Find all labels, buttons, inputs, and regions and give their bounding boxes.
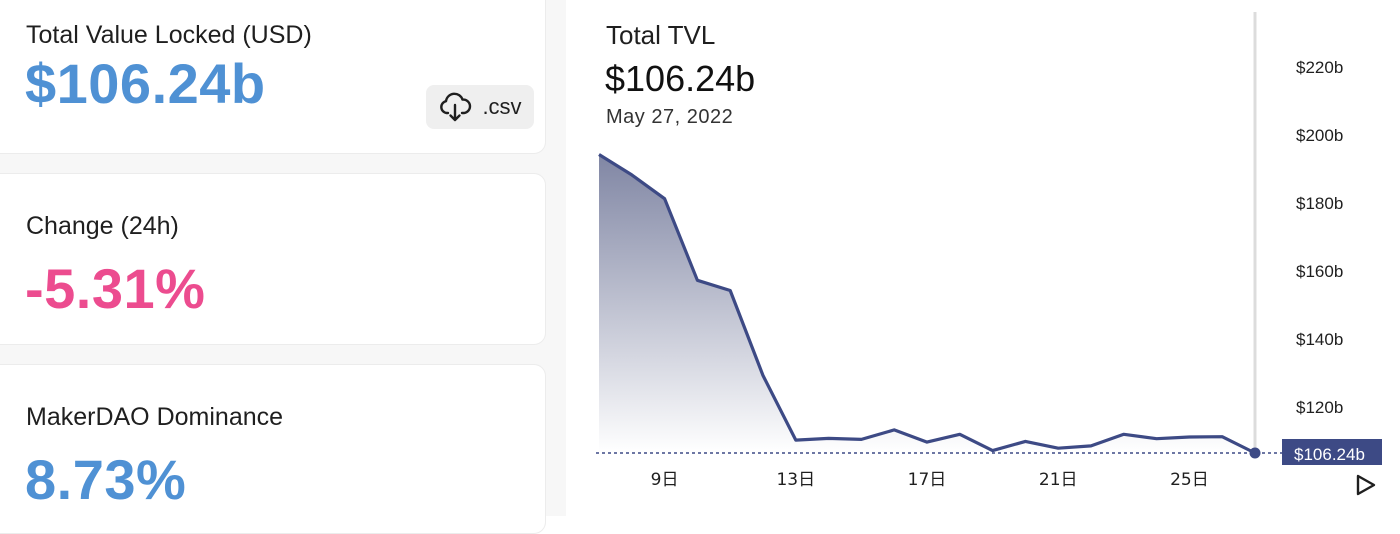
- x-tick-label: 13日: [776, 470, 815, 490]
- y-tick-label: $160b: [1296, 262, 1343, 281]
- dominance-value: 8.73%: [25, 448, 187, 511]
- y-tick-label: $120b: [1296, 398, 1343, 417]
- y-tick-label: $140b: [1296, 330, 1343, 349]
- current-point-marker: [1249, 447, 1261, 459]
- download-csv-label: .csv: [482, 94, 522, 119]
- tvl-card: Total Value Locked (USD) $106.24b .csv: [0, 0, 546, 154]
- tvl-chart-panel: $120b $140b $160b $180b $200b $220b $106.24b 9日…: [566, 0, 1400, 516]
- y-tick-label: $220b: [1296, 58, 1343, 77]
- dominance-card: MakerDAO Dominance 8.73%: [0, 364, 546, 534]
- dominance-label: MakerDAO Dominance: [26, 403, 284, 431]
- tvl-value: $106.24b: [25, 52, 266, 115]
- change-label: Change (24h): [26, 212, 179, 240]
- tvl-area: [599, 154, 1255, 453]
- x-tick-label: 21日: [1039, 470, 1078, 490]
- change-value: -5.31%: [25, 257, 206, 320]
- stats-column: Total Value Locked (USD) $106.24b .csv C…: [0, 0, 566, 534]
- tvl-label: Total Value Locked (USD): [26, 21, 312, 49]
- current-value-badge-text: $106.24b: [1294, 445, 1365, 464]
- cloud-download-icon: [440, 92, 472, 122]
- y-tick-label: $180b: [1296, 194, 1343, 213]
- chart-hover-date: May 27, 2022: [606, 106, 734, 128]
- play-icon[interactable]: [1350, 470, 1380, 500]
- x-tick-label: 17日: [908, 470, 947, 490]
- x-tick-label: 25日: [1170, 470, 1209, 490]
- change-card: Change (24h) -5.31%: [0, 173, 546, 345]
- y-tick-label: $200b: [1296, 126, 1343, 145]
- download-csv-button[interactable]: .csv: [426, 85, 534, 129]
- chart-hover-value: $106.24b: [605, 58, 756, 99]
- x-tick-label: 9日: [651, 470, 679, 490]
- chart-title: Total TVL: [606, 20, 716, 50]
